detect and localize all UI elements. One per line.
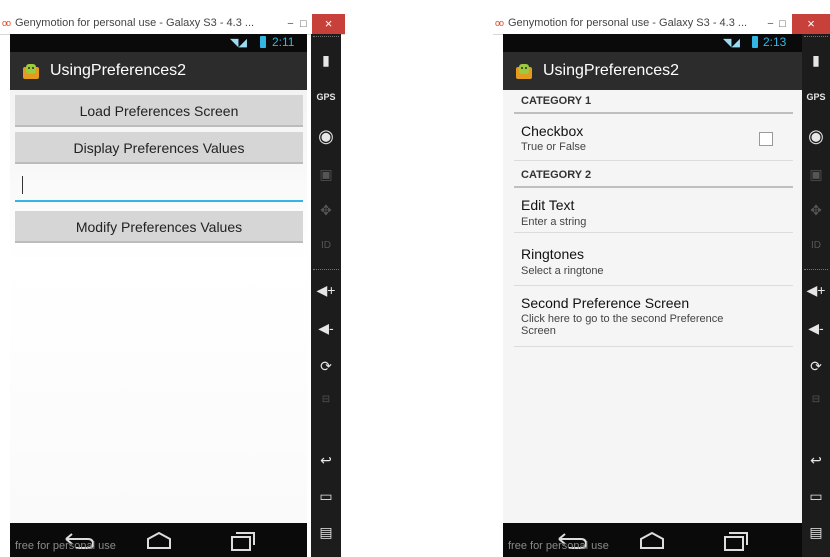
app-title: UsingPreferences2 <box>50 62 187 79</box>
recent-widget-icon[interactable]: ▭ <box>802 488 830 505</box>
menu-widget-icon[interactable]: ▤ <box>802 524 830 541</box>
gps-widget-icon[interactable]: GPS <box>802 92 830 102</box>
edit-text-preference[interactable]: Edit Text Enter a string <box>514 188 793 233</box>
sidebar-divider <box>313 269 339 270</box>
status-bar: ◥◢ 2:11 <box>10 34 307 52</box>
volume-up-icon[interactable]: ◀+ <box>311 282 341 299</box>
window-titlebar: oo Genymotion for personal use - Galaxy … <box>493 14 830 35</box>
action-bar: UsingPreferences2 <box>503 52 802 90</box>
genymotion-window-left: oo Genymotion for personal use - Galaxy … <box>0 14 345 557</box>
dpad-widget-icon[interactable]: ✥ <box>802 202 830 219</box>
checkbox-icon[interactable] <box>759 132 773 146</box>
recent-apps-icon[interactable] <box>226 531 256 551</box>
android-app-icon <box>23 64 39 79</box>
battery-widget-icon[interactable]: ▮ <box>311 52 341 69</box>
edit-text-summary: Enter a string <box>521 216 587 228</box>
camera-widget-icon[interactable]: ◉ <box>311 126 341 147</box>
battery-widget-icon[interactable]: ▮ <box>802 52 830 69</box>
status-time: 2:11 <box>272 35 295 49</box>
gps-widget-icon[interactable]: GPS <box>311 92 341 102</box>
checkbox-summary: True or False <box>521 141 587 153</box>
ringtones-preference[interactable]: Ringtones Select a ringtone <box>514 233 793 286</box>
activity-content: Load Preferences Screen Display Preferen… <box>10 90 307 523</box>
recent-widget-icon[interactable]: ▭ <box>311 488 341 505</box>
rotate-icon[interactable]: ⟳ <box>802 358 830 375</box>
wifi-signal-icon: ◥◢ <box>723 37 740 49</box>
scale-icon[interactable]: ⊟ <box>802 394 830 405</box>
close-button[interactable]: × <box>792 14 830 34</box>
capture-widget-icon[interactable]: ▣ <box>311 166 341 183</box>
sidebar-divider <box>313 36 339 37</box>
category-1-header: CATEGORY 1 <box>514 90 793 114</box>
watermark-text: free for personal use <box>508 540 609 552</box>
id-widget-icon[interactable]: ID <box>802 240 830 251</box>
wifi-signal-icon: ◥◢ <box>230 37 247 49</box>
volume-down-icon[interactable]: ◀- <box>802 320 830 337</box>
id-widget-icon[interactable]: ID <box>311 240 341 251</box>
navigation-bar: free for personal use <box>10 523 307 557</box>
battery-icon <box>260 36 266 48</box>
window-title: Genymotion for personal use - Galaxy S3 … <box>15 17 255 29</box>
genymotion-logo-icon: oo <box>495 18 504 28</box>
genymotion-window-right: oo Genymotion for personal use - Galaxy … <box>493 14 830 557</box>
window-title: Genymotion for personal use - Galaxy S3 … <box>508 17 748 29</box>
action-bar: UsingPreferences2 <box>10 52 307 90</box>
modify-preferences-button[interactable]: Modify Preferences Values <box>15 211 303 243</box>
back-widget-icon[interactable]: ↩ <box>802 452 830 469</box>
status-time: 2:13 <box>763 35 787 49</box>
android-app-icon <box>516 64 532 79</box>
volume-down-icon[interactable]: ◀- <box>311 320 341 337</box>
battery-icon <box>752 36 758 48</box>
close-button[interactable]: × <box>312 14 345 34</box>
caption-strip <box>0 0 830 14</box>
second-preference-screen-item[interactable]: Second Preference Screen Click here to g… <box>514 286 793 347</box>
phone-screen: ◥◢ 2:13 UsingPreferences2 CATEGORY 1 Che… <box>503 34 802 557</box>
menu-widget-icon[interactable]: ▤ <box>311 524 341 541</box>
app-title: UsingPreferences2 <box>543 62 680 79</box>
capture-widget-icon[interactable]: ▣ <box>802 166 830 183</box>
display-preferences-button[interactable]: Display Preferences Values <box>15 132 303 164</box>
home-icon[interactable] <box>637 531 667 549</box>
text-cursor <box>22 176 23 194</box>
edit-text-title: Edit Text <box>521 197 575 213</box>
ringtones-summary: Select a ringtone <box>521 265 604 277</box>
checkbox-preference[interactable]: Checkbox True or False <box>514 116 793 161</box>
scale-icon[interactable]: ⊟ <box>311 394 341 405</box>
preference-list: CATEGORY 1 Checkbox True or False CATEGO… <box>503 90 802 523</box>
window-titlebar: oo Genymotion for personal use - Galaxy … <box>0 14 345 35</box>
rotate-icon[interactable]: ⟳ <box>311 358 341 375</box>
watermark-text: free for personal use <box>15 540 116 552</box>
checkbox-title: Checkbox <box>521 123 584 139</box>
genymotion-logo-icon: oo <box>2 18 11 28</box>
category-2-header: CATEGORY 2 <box>514 164 793 188</box>
home-icon[interactable] <box>144 531 174 549</box>
volume-up-icon[interactable]: ◀+ <box>802 282 830 299</box>
back-widget-icon[interactable]: ↩ <box>311 452 341 469</box>
navigation-bar: free for personal use <box>503 523 802 557</box>
second-screen-title: Second Preference Screen <box>521 295 690 311</box>
camera-widget-icon[interactable]: ◉ <box>802 126 830 147</box>
recent-apps-icon[interactable] <box>719 531 749 551</box>
preference-edit-field[interactable] <box>15 172 303 202</box>
ringtones-title: Ringtones <box>521 246 585 262</box>
genymotion-sidebar: ▮ GPS ◉ ▣ ✥ ID ◀+ ◀- ⟳ ⊟ ↩ ▭ ▤ <box>311 34 341 557</box>
maximize-button[interactable]: □ <box>775 14 790 34</box>
second-screen-summary: Click here to go to the second Preferenc… <box>521 313 724 337</box>
load-preferences-button[interactable]: Load Preferences Screen <box>15 95 303 127</box>
dpad-widget-icon[interactable]: ✥ <box>311 202 341 219</box>
phone-screen: ◥◢ 2:11 UsingPreferences2 Load Preferenc… <box>10 34 307 557</box>
maximize-button[interactable]: □ <box>296 14 311 34</box>
sidebar-divider <box>804 36 828 37</box>
sidebar-divider <box>804 269 828 270</box>
status-bar: ◥◢ 2:13 <box>503 34 802 52</box>
genymotion-sidebar: ▮ GPS ◉ ▣ ✥ ID ◀+ ◀- ⟳ ⊟ ↩ ▭ ▤ <box>802 34 830 557</box>
